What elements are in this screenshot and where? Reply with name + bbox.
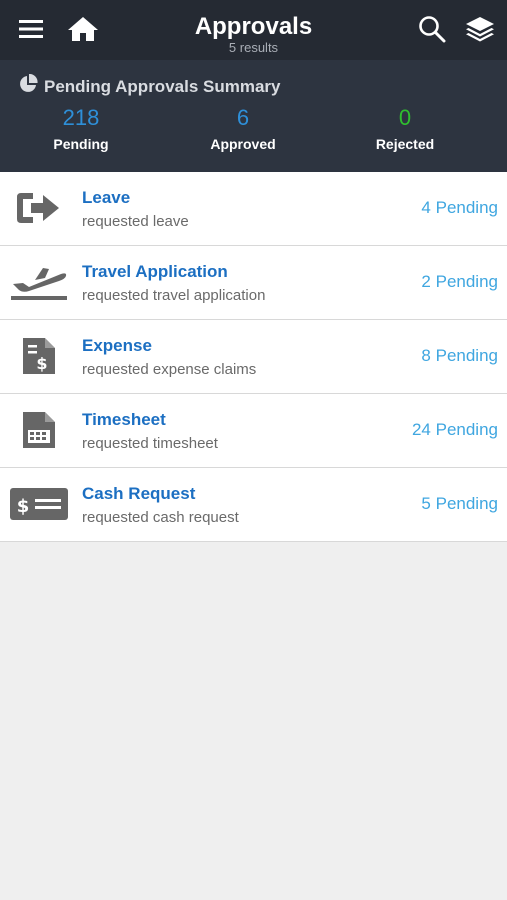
approved-count: 6	[236, 105, 250, 130]
item-title: Leave	[82, 188, 131, 207]
calendar-document-icon	[8, 408, 70, 452]
item-subtitle: requested expense claims	[82, 361, 257, 378]
item-subtitle: requested cash request	[82, 509, 239, 526]
list-item-timesheet[interactable]: Timesheet requested timesheet 24 Pending	[0, 394, 507, 468]
pending-count: 218	[62, 105, 100, 130]
summary-title: Pending Approvals Summary	[44, 76, 281, 96]
approval-list: Leave requested leave 4 Pending Travel A…	[0, 172, 507, 542]
stat-approved[interactable]: 6 Approved	[168, 104, 318, 152]
pending-badge: 2 Pending	[421, 272, 498, 291]
pending-badge: 5 Pending	[421, 494, 498, 513]
item-subtitle: requested travel application	[82, 287, 266, 304]
rejected-label: Rejected	[375, 136, 435, 152]
pending-badge: 4 Pending	[421, 198, 498, 217]
app-header: Approvals 5 results	[0, 0, 507, 60]
layers-icon[interactable]	[463, 12, 497, 46]
item-title: Travel Application	[82, 262, 228, 281]
list-item-expense[interactable]: $ Expense requested expense claims 8 Pen…	[0, 320, 507, 394]
search-icon[interactable]	[415, 12, 449, 46]
plane-icon	[8, 260, 70, 304]
stat-pending[interactable]: 218 Pending	[6, 104, 156, 152]
list-item-leave[interactable]: Leave requested leave 4 Pending	[0, 172, 507, 246]
list-item-travel[interactable]: Travel Application requested travel appl…	[0, 246, 507, 320]
list-item-cash-request[interactable]: $ Cash Request requested cash request 5 …	[0, 468, 507, 542]
pending-label: Pending	[53, 136, 109, 152]
menu-icon[interactable]	[14, 12, 48, 46]
sign-out-icon	[8, 186, 70, 230]
pending-badge: 8 Pending	[421, 346, 498, 365]
pending-summary-panel: Pending Approvals Summary 218 Pending 6 …	[0, 60, 507, 172]
stat-rejected[interactable]: 0 Rejected	[330, 104, 480, 152]
item-title: Expense	[82, 336, 152, 355]
item-subtitle: requested leave	[82, 213, 189, 230]
rejected-count: 0	[398, 105, 412, 130]
home-icon[interactable]	[66, 12, 100, 46]
dollar-document-icon: $	[8, 334, 70, 378]
pending-badge: 24 Pending	[411, 420, 498, 439]
item-subtitle: requested timesheet	[82, 435, 218, 452]
item-title: Cash Request	[82, 484, 196, 503]
cash-card-icon: $	[8, 482, 70, 526]
svg-text:$: $	[36, 354, 47, 373]
approved-label: Approved	[210, 136, 276, 152]
item-title: Timesheet	[82, 410, 166, 429]
pie-chart-icon	[18, 73, 38, 99]
svg-text:$: $	[17, 496, 30, 517]
summary-heading: Pending Approvals Summary	[18, 73, 281, 99]
